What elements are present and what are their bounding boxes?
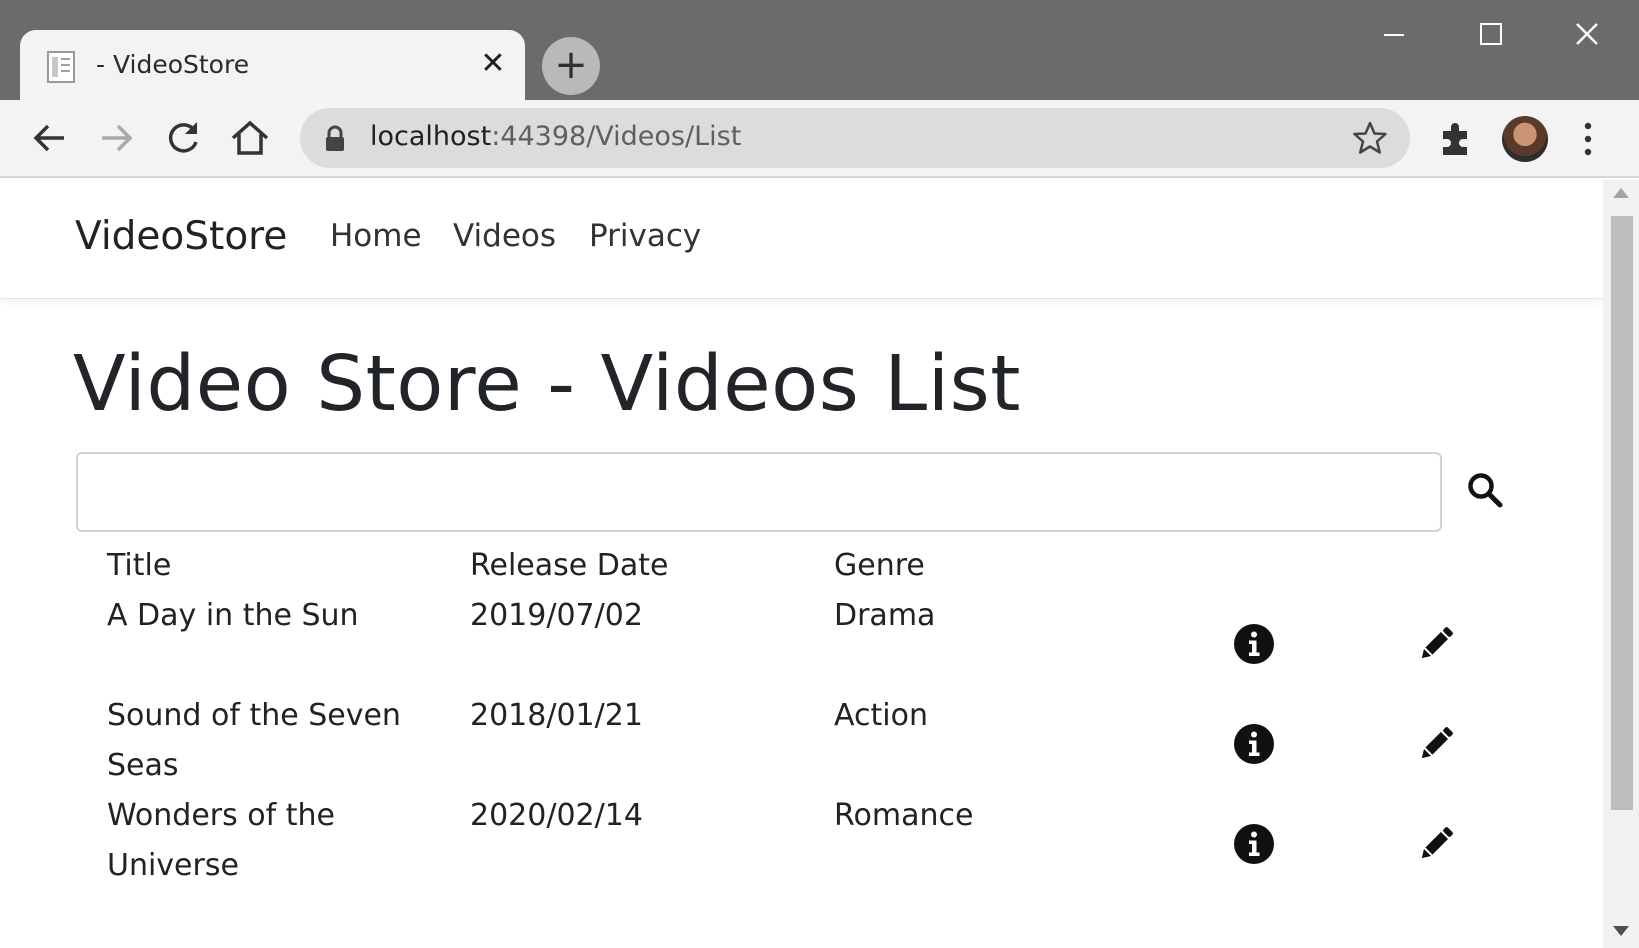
nav-privacy-link[interactable]: Privacy xyxy=(589,218,701,254)
header-release-date: Release Date xyxy=(470,548,669,583)
cell-genre: Romance xyxy=(834,798,974,833)
info-icon[interactable] xyxy=(1232,822,1276,866)
forward-icon[interactable] xyxy=(94,116,138,160)
cell-title: Wonders of the Universe xyxy=(107,798,335,883)
nav-home-link[interactable]: Home xyxy=(330,218,422,254)
page-viewport: VideoStore Home Videos Privacy Video Sto… xyxy=(0,180,1639,948)
vertical-scrollbar[interactable] xyxy=(1603,180,1639,948)
page-icon xyxy=(47,51,75,83)
cell-genre: Action xyxy=(834,698,928,733)
back-icon[interactable] xyxy=(28,116,72,160)
header-title: Title xyxy=(107,548,172,583)
info-icon[interactable] xyxy=(1232,722,1276,766)
pencil-icon[interactable] xyxy=(1414,622,1458,666)
page-title: Video Store - Videos List xyxy=(73,340,1021,429)
tab-title: - VideoStore xyxy=(96,50,250,79)
maximize-icon[interactable] xyxy=(1455,10,1525,60)
cell-genre: Drama xyxy=(834,598,936,633)
url-host: localhost xyxy=(370,121,492,152)
search-icon[interactable] xyxy=(1465,470,1505,510)
scroll-down-arrow-icon[interactable] xyxy=(1611,924,1631,938)
nav-videos-link[interactable]: Videos xyxy=(453,218,556,254)
pencil-icon[interactable] xyxy=(1414,822,1458,866)
cell-release-date: 2018/01/21 xyxy=(470,698,643,733)
lock-icon[interactable] xyxy=(324,125,346,153)
site-navbar: VideoStore Home Videos Privacy xyxy=(0,180,1603,299)
close-tab-button[interactable]: ✕ xyxy=(478,49,508,80)
address-bar[interactable]: localhost:44398/Videos/List xyxy=(300,108,1410,168)
star-icon[interactable] xyxy=(1352,120,1388,156)
search-input[interactable] xyxy=(76,452,1442,532)
pencil-icon[interactable] xyxy=(1414,722,1458,766)
url-text[interactable]: localhost:44398/Videos/List xyxy=(370,121,741,152)
url-path: :44398/Videos/List xyxy=(491,121,742,152)
info-icon[interactable] xyxy=(1232,622,1276,666)
cell-release-date: 2019/07/02 xyxy=(470,598,643,633)
header-genre: Genre xyxy=(834,548,925,583)
title-bar: - VideoStore ✕ + xyxy=(0,0,1639,102)
browser-chrome: - VideoStore ✕ + localhost:44398/Videos/… xyxy=(0,0,1639,180)
browser-tab[interactable]: - VideoStore ✕ xyxy=(20,30,525,102)
cell-release-date: 2020/02/14 xyxy=(470,798,643,833)
new-tab-button[interactable]: + xyxy=(542,37,600,95)
menu-icon[interactable] xyxy=(1578,118,1598,160)
cell-title: A Day in the Sun xyxy=(107,598,359,633)
extensions-icon[interactable] xyxy=(1435,117,1477,159)
avatar[interactable] xyxy=(1502,116,1548,162)
cell-title: Sound of the Seven Seas xyxy=(107,698,401,783)
browser-toolbar: localhost:44398/Videos/List xyxy=(0,100,1639,178)
brand-link[interactable]: VideoStore xyxy=(75,214,287,259)
scroll-up-arrow-icon[interactable] xyxy=(1611,186,1631,200)
minimize-icon[interactable] xyxy=(1359,10,1429,60)
reload-icon[interactable] xyxy=(161,116,205,160)
close-window-icon[interactable] xyxy=(1552,10,1622,60)
scrollbar-thumb[interactable] xyxy=(1611,216,1633,810)
home-icon[interactable] xyxy=(228,116,272,160)
